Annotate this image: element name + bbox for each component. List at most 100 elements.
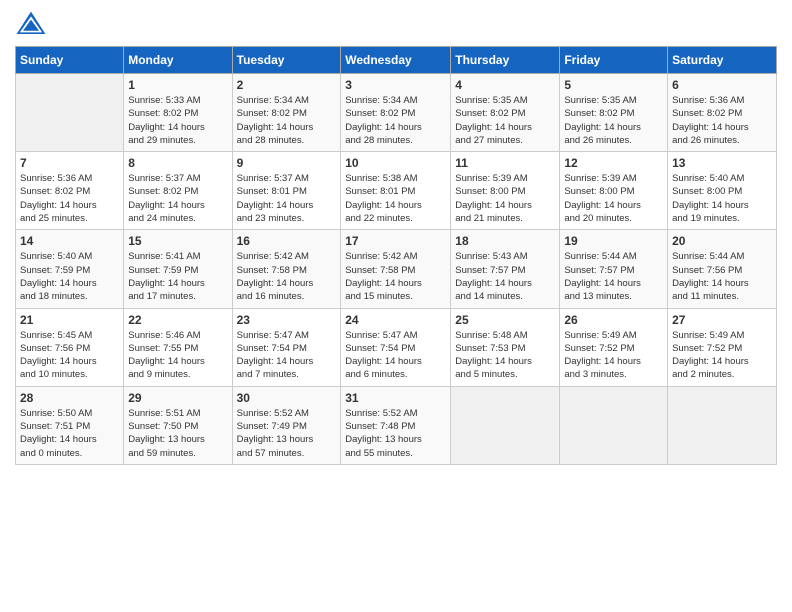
calendar-cell: 10 Sunrise: 5:38 AM Sunset: 8:01 PM Dayli… (341, 152, 451, 230)
day-info: Sunrise: 5:44 AM Sunset: 7:56 PM Dayligh… (672, 250, 772, 303)
calendar-week-row: 14 Sunrise: 5:40 AM Sunset: 7:59 PM Dayli… (16, 230, 777, 308)
day-number: 24 (345, 313, 446, 327)
calendar-week-row: 21 Sunrise: 5:45 AM Sunset: 7:56 PM Dayli… (16, 308, 777, 386)
day-info: Sunrise: 5:39 AM Sunset: 8:00 PM Dayligh… (455, 172, 555, 225)
day-info: Sunrise: 5:49 AM Sunset: 7:52 PM Dayligh… (564, 329, 663, 382)
day-number: 11 (455, 156, 555, 170)
calendar-cell (668, 386, 777, 464)
day-number: 29 (128, 391, 227, 405)
day-info: Sunrise: 5:48 AM Sunset: 7:53 PM Dayligh… (455, 329, 555, 382)
day-number: 23 (237, 313, 337, 327)
day-info: Sunrise: 5:42 AM Sunset: 7:58 PM Dayligh… (237, 250, 337, 303)
day-info: Sunrise: 5:35 AM Sunset: 8:02 PM Dayligh… (564, 94, 663, 147)
day-number: 28 (20, 391, 119, 405)
calendar-cell: 22 Sunrise: 5:46 AM Sunset: 7:55 PM Dayli… (124, 308, 232, 386)
day-number: 27 (672, 313, 772, 327)
calendar-cell: 1Sunrise: 5:33 AM Sunset: 8:02 PM Daylig… (124, 74, 232, 152)
day-number: 14 (20, 234, 119, 248)
day-number: 25 (455, 313, 555, 327)
day-info: Sunrise: 5:45 AM Sunset: 7:56 PM Dayligh… (20, 329, 119, 382)
calendar-cell: 13 Sunrise: 5:40 AM Sunset: 8:00 PM Dayli… (668, 152, 777, 230)
calendar-cell: 2 Sunrise: 5:34 AM Sunset: 8:02 PM Daylig… (232, 74, 341, 152)
day-info: Sunrise: 5:35 AM Sunset: 8:02 PM Dayligh… (455, 94, 555, 147)
day-info: Sunrise: 5:37 AM Sunset: 8:01 PM Dayligh… (237, 172, 337, 225)
day-number: 7 (20, 156, 119, 170)
main-container: SundayMondayTuesdayWednesdayThursdayFrid… (0, 0, 792, 475)
day-number: 9 (237, 156, 337, 170)
day-info: Sunrise: 5:36 AM Sunset: 8:02 PM Dayligh… (20, 172, 119, 225)
calendar-week-row: 28 Sunrise: 5:50 AM Sunset: 7:51 PM Dayli… (16, 386, 777, 464)
day-info: Sunrise: 5:34 AM Sunset: 8:02 PM Dayligh… (345, 94, 446, 147)
calendar-cell (16, 74, 124, 152)
day-number: 6 (672, 78, 772, 92)
day-info: Sunrise: 5:51 AM Sunset: 7:50 PM Dayligh… (128, 407, 227, 460)
day-number: 13 (672, 156, 772, 170)
day-number: 1 (128, 78, 227, 92)
day-info: Sunrise: 5:52 AM Sunset: 7:48 PM Dayligh… (345, 407, 446, 460)
calendar-cell: 18Sunrise: 5:43 AM Sunset: 7:57 PM Dayli… (451, 230, 560, 308)
day-number: 2 (237, 78, 337, 92)
day-info: Sunrise: 5:44 AM Sunset: 7:57 PM Dayligh… (564, 250, 663, 303)
weekday-header: Thursday (451, 47, 560, 74)
logo (15, 10, 49, 38)
day-number: 26 (564, 313, 663, 327)
day-info: Sunrise: 5:41 AM Sunset: 7:59 PM Dayligh… (128, 250, 227, 303)
day-number: 17 (345, 234, 446, 248)
calendar-cell: 7 Sunrise: 5:36 AM Sunset: 8:02 PM Daylig… (16, 152, 124, 230)
calendar-week-row: 1Sunrise: 5:33 AM Sunset: 8:02 PM Daylig… (16, 74, 777, 152)
weekday-header: Friday (560, 47, 668, 74)
calendar-cell: 17Sunrise: 5:42 AM Sunset: 7:58 PM Dayli… (341, 230, 451, 308)
day-number: 20 (672, 234, 772, 248)
calendar-cell (451, 386, 560, 464)
day-number: 3 (345, 78, 446, 92)
weekday-header: Sunday (16, 47, 124, 74)
day-number: 16 (237, 234, 337, 248)
calendar-cell: 20 Sunrise: 5:44 AM Sunset: 7:56 PM Dayli… (668, 230, 777, 308)
calendar-cell: 27Sunrise: 5:49 AM Sunset: 7:52 PM Dayli… (668, 308, 777, 386)
weekday-header: Saturday (668, 47, 777, 74)
calendar-cell: 26 Sunrise: 5:49 AM Sunset: 7:52 PM Dayli… (560, 308, 668, 386)
day-number: 4 (455, 78, 555, 92)
day-number: 21 (20, 313, 119, 327)
day-info: Sunrise: 5:52 AM Sunset: 7:49 PM Dayligh… (237, 407, 337, 460)
calendar-cell: 8Sunrise: 5:37 AM Sunset: 8:02 PM Daylig… (124, 152, 232, 230)
weekday-header: Tuesday (232, 47, 341, 74)
calendar-cell: 30Sunrise: 5:52 AM Sunset: 7:49 PM Dayli… (232, 386, 341, 464)
day-number: 18 (455, 234, 555, 248)
day-number: 15 (128, 234, 227, 248)
calendar-week-row: 7 Sunrise: 5:36 AM Sunset: 8:02 PM Daylig… (16, 152, 777, 230)
day-info: Sunrise: 5:34 AM Sunset: 8:02 PM Dayligh… (237, 94, 337, 147)
calendar-cell: 16 Sunrise: 5:42 AM Sunset: 7:58 PM Dayli… (232, 230, 341, 308)
day-number: 8 (128, 156, 227, 170)
calendar-cell: 19 Sunrise: 5:44 AM Sunset: 7:57 PM Dayli… (560, 230, 668, 308)
day-info: Sunrise: 5:36 AM Sunset: 8:02 PM Dayligh… (672, 94, 772, 147)
day-number: 22 (128, 313, 227, 327)
calendar-cell: 24 Sunrise: 5:47 AM Sunset: 7:54 PM Dayli… (341, 308, 451, 386)
calendar-cell: 25 Sunrise: 5:48 AM Sunset: 7:53 PM Dayli… (451, 308, 560, 386)
calendar-table: SundayMondayTuesdayWednesdayThursdayFrid… (15, 46, 777, 465)
day-info: Sunrise: 5:39 AM Sunset: 8:00 PM Dayligh… (564, 172, 663, 225)
calendar-cell: 23Sunrise: 5:47 AM Sunset: 7:54 PM Dayli… (232, 308, 341, 386)
calendar-cell: 29 Sunrise: 5:51 AM Sunset: 7:50 PM Dayli… (124, 386, 232, 464)
day-info: Sunrise: 5:47 AM Sunset: 7:54 PM Dayligh… (345, 329, 446, 382)
calendar-cell: 5 Sunrise: 5:35 AM Sunset: 8:02 PM Daylig… (560, 74, 668, 152)
calendar-cell: 11 Sunrise: 5:39 AM Sunset: 8:00 PM Dayli… (451, 152, 560, 230)
day-number: 10 (345, 156, 446, 170)
day-info: Sunrise: 5:50 AM Sunset: 7:51 PM Dayligh… (20, 407, 119, 460)
day-number: 19 (564, 234, 663, 248)
weekday-header: Monday (124, 47, 232, 74)
day-info: Sunrise: 5:40 AM Sunset: 8:00 PM Dayligh… (672, 172, 772, 225)
weekday-header-row: SundayMondayTuesdayWednesdayThursdayFrid… (16, 47, 777, 74)
calendar-cell (560, 386, 668, 464)
calendar-cell: 9 Sunrise: 5:37 AM Sunset: 8:01 PM Daylig… (232, 152, 341, 230)
day-number: 31 (345, 391, 446, 405)
day-info: Sunrise: 5:38 AM Sunset: 8:01 PM Dayligh… (345, 172, 446, 225)
calendar-cell: 31 Sunrise: 5:52 AM Sunset: 7:48 PM Dayli… (341, 386, 451, 464)
weekday-header: Wednesday (341, 47, 451, 74)
calendar-cell: 3 Sunrise: 5:34 AM Sunset: 8:02 PM Daylig… (341, 74, 451, 152)
day-number: 5 (564, 78, 663, 92)
day-info: Sunrise: 5:40 AM Sunset: 7:59 PM Dayligh… (20, 250, 119, 303)
day-info: Sunrise: 5:46 AM Sunset: 7:55 PM Dayligh… (128, 329, 227, 382)
calendar-cell: 14 Sunrise: 5:40 AM Sunset: 7:59 PM Dayli… (16, 230, 124, 308)
day-number: 12 (564, 156, 663, 170)
